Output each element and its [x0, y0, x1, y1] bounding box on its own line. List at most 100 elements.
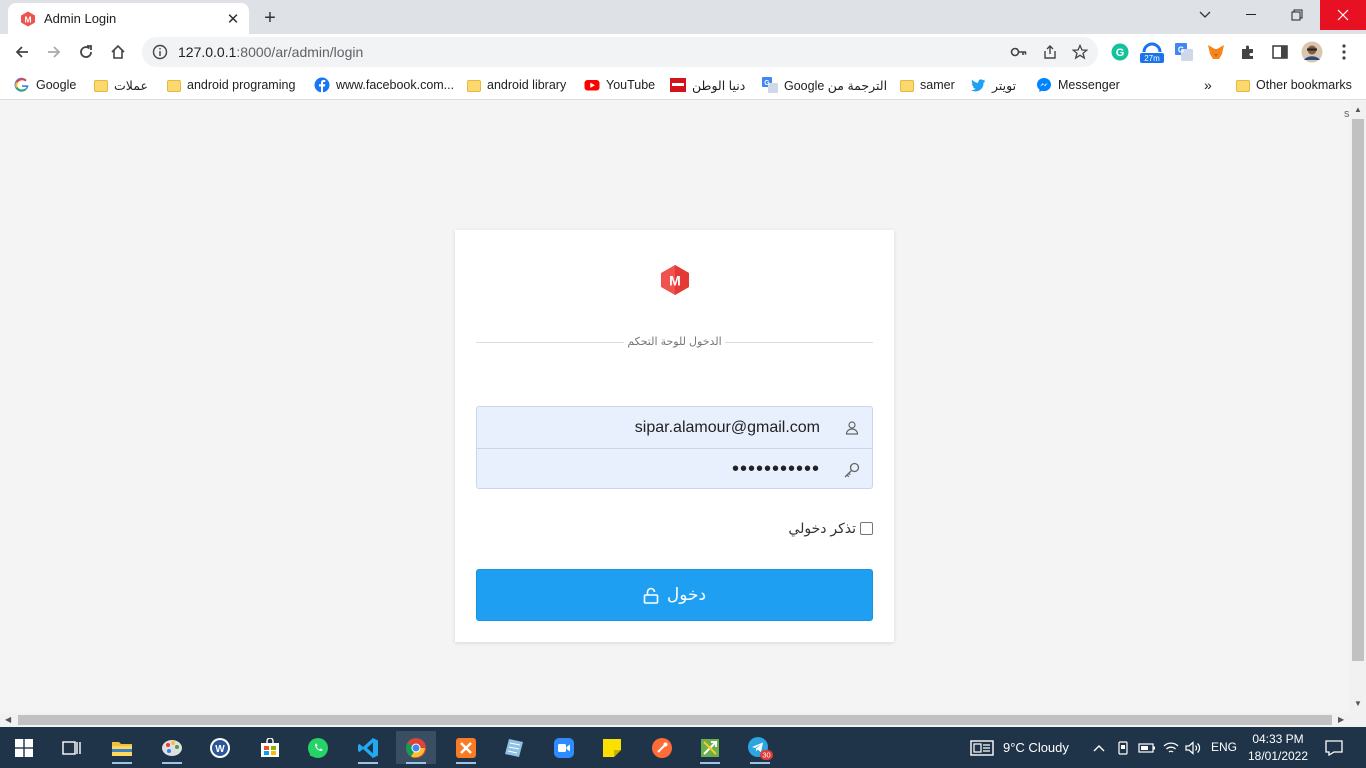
- notifications-icon[interactable]: [1318, 731, 1350, 764]
- share-icon[interactable]: [1042, 44, 1058, 60]
- scroll-left-arrow-icon[interactable]: ◀: [5, 715, 11, 724]
- task-view-icon[interactable]: [52, 731, 92, 764]
- horizontal-scroll-thumb[interactable]: [18, 715, 1332, 725]
- speed-extension-icon[interactable]: 27m: [1140, 42, 1164, 63]
- url-text[interactable]: 127.0.0.1:8000/ar/admin/login: [178, 44, 1010, 60]
- bookmark-star-icon[interactable]: [1072, 44, 1088, 60]
- tab-search-icon[interactable]: [1182, 0, 1228, 30]
- weather-text[interactable]: 9°C Cloudy: [1003, 740, 1069, 755]
- twitter-icon: [971, 79, 985, 92]
- forward-button[interactable]: [40, 38, 68, 66]
- bookmarks-overflow-button[interactable]: »: [1204, 75, 1212, 95]
- news-icon: [670, 78, 686, 92]
- chrome-menu-icon[interactable]: [1334, 42, 1354, 62]
- bookmark-google[interactable]: Google: [14, 75, 76, 95]
- paint-app-icon[interactable]: [152, 731, 192, 764]
- remember-label: تذكر دخولي: [788, 520, 856, 536]
- zoom-app-icon[interactable]: [544, 731, 584, 764]
- password-field[interactable]: •••••••••••: [477, 448, 872, 488]
- whatsapp-icon[interactable]: [298, 731, 338, 764]
- profile-avatar[interactable]: [1300, 41, 1324, 63]
- running-indicator: [456, 762, 476, 764]
- address-bar[interactable]: 127.0.0.1:8000/ar/admin/login: [142, 37, 1098, 67]
- tab-strip: M Admin Login ✕ +: [0, 0, 1366, 34]
- bookmark-folder-samer[interactable]: samer: [900, 75, 955, 95]
- running-indicator: [162, 762, 182, 764]
- running-indicator: [406, 762, 426, 764]
- email-field[interactable]: sipar.alamour@gmail.com: [477, 407, 872, 448]
- sticky-notes-icon[interactable]: [592, 731, 632, 764]
- bookmark-messenger[interactable]: Messenger: [1036, 75, 1120, 95]
- clock[interactable]: 04:33 PM 18/01/2022: [1238, 731, 1318, 765]
- network-tool-icon[interactable]: [690, 731, 730, 764]
- bookmark-folder-android-programing[interactable]: android programing: [167, 75, 295, 95]
- messenger-icon: [1037, 78, 1051, 92]
- minimize-button[interactable]: [1228, 0, 1274, 30]
- svg-text:M: M: [24, 14, 31, 24]
- running-indicator: [750, 762, 770, 764]
- svg-text:W: W: [215, 744, 225, 755]
- browser-tab[interactable]: M Admin Login ✕: [8, 3, 249, 34]
- scroll-down-arrow-icon[interactable]: ▼: [1354, 699, 1362, 708]
- bookmark-folder-currencies[interactable]: عملات: [94, 75, 148, 95]
- restore-button[interactable]: [1274, 0, 1320, 30]
- side-panel-icon[interactable]: [1270, 42, 1290, 62]
- telegram-icon[interactable]: 30: [740, 731, 780, 764]
- youtube-icon: [584, 80, 600, 91]
- chrome-taskbar-icon[interactable]: [396, 731, 436, 764]
- vscode-icon[interactable]: [348, 731, 388, 764]
- weather-icon[interactable]: [966, 731, 998, 764]
- horizontal-scrollbar[interactable]: ◀ ▶: [0, 713, 1350, 727]
- postman-icon[interactable]: [642, 731, 682, 764]
- file-explorer-icon[interactable]: [102, 731, 142, 764]
- scroll-right-arrow-icon[interactable]: ▶: [1338, 715, 1344, 724]
- credentials-group: sipar.alamour@gmail.com •••••••••••: [476, 406, 873, 489]
- new-tab-button[interactable]: +: [258, 6, 282, 30]
- close-window-button[interactable]: [1320, 0, 1366, 30]
- running-indicator: [358, 762, 378, 764]
- folder-icon: [167, 80, 181, 92]
- volume-icon[interactable]: [1182, 731, 1204, 764]
- site-logo-icon: M: [21, 11, 35, 26]
- tab-close-icon[interactable]: ✕: [225, 11, 241, 28]
- login-button[interactable]: دخول: [476, 569, 873, 621]
- battery-icon[interactable]: [1136, 731, 1158, 764]
- metamask-icon[interactable]: [1206, 42, 1226, 62]
- translate-extension-icon[interactable]: G: [1174, 42, 1194, 62]
- bookmark-donia-alwatan[interactable]: دنيا الوطن: [670, 75, 745, 95]
- svg-text:M: M: [669, 273, 681, 289]
- browser-toolbar: 127.0.0.1:8000/ar/admin/login G 27m G: [0, 34, 1366, 70]
- other-bookmarks-folder[interactable]: Other bookmarks: [1236, 75, 1352, 95]
- unlock-icon: [643, 587, 659, 604]
- bookmark-twitter[interactable]: تويتر: [970, 75, 1016, 95]
- word-app-icon[interactable]: W: [200, 731, 240, 764]
- start-button[interactable]: [4, 731, 44, 764]
- bookmark-google-translate[interactable]: G Google الترجمة من: [762, 75, 887, 95]
- wifi-icon[interactable]: [1160, 731, 1182, 764]
- back-button[interactable]: [8, 38, 36, 66]
- extensions-puzzle-icon[interactable]: [1238, 42, 1258, 62]
- folder-icon: [467, 80, 481, 92]
- xampp-icon[interactable]: [446, 731, 486, 764]
- tray-overflow-icon[interactable]: [1088, 731, 1110, 764]
- device-icon[interactable]: [1112, 731, 1134, 764]
- vertical-scrollbar[interactable]: s ▲ ▼: [1344, 101, 1366, 713]
- remember-me[interactable]: تذكر دخولي: [788, 520, 873, 537]
- notepad-app-icon[interactable]: [494, 731, 534, 764]
- translate-icon: G: [762, 77, 778, 93]
- home-button[interactable]: [104, 38, 132, 66]
- bookmark-facebook[interactable]: www.facebook.com...: [314, 75, 454, 95]
- running-indicator: [112, 762, 132, 764]
- bookmark-youtube[interactable]: YouTube: [584, 75, 655, 95]
- language-indicator[interactable]: ENG: [1211, 740, 1237, 754]
- site-info-icon[interactable]: [152, 44, 168, 60]
- remember-checkbox[interactable]: [860, 522, 873, 535]
- reload-button[interactable]: [72, 38, 100, 66]
- grammarly-icon[interactable]: G: [1110, 42, 1130, 62]
- key-icon[interactable]: [1010, 44, 1028, 60]
- tab-title: Admin Login: [44, 11, 117, 26]
- scroll-up-arrow-icon[interactable]: ▲: [1354, 105, 1362, 114]
- microsoft-store-icon[interactable]: [250, 731, 290, 764]
- bookmark-folder-android-library[interactable]: android library: [467, 75, 566, 95]
- vertical-scroll-thumb[interactable]: [1352, 119, 1364, 661]
